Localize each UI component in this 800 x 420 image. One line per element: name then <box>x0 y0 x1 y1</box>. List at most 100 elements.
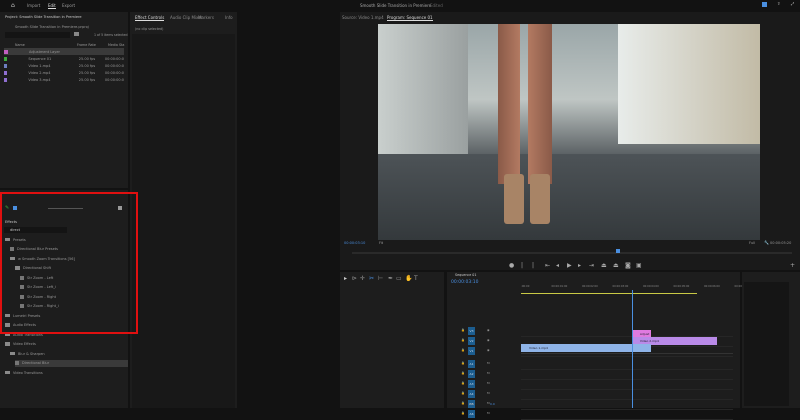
lock-icon[interactable]: 🔒 <box>461 361 465 365</box>
label-color-swatch[interactable] <box>4 63 8 68</box>
lock-icon[interactable]: 🔒 <box>461 401 465 405</box>
lock-icon[interactable]: 🔒 <box>461 371 465 375</box>
play-icon[interactable]: ▶ <box>567 262 572 269</box>
track-divider[interactable] <box>521 353 733 354</box>
selection-tool-icon[interactable]: ▸ <box>344 275 347 282</box>
track-select-icon[interactable]: ⊳ <box>352 275 357 282</box>
track-lane <box>521 409 733 410</box>
tab-export[interactable]: Export <box>62 3 75 8</box>
label-color-swatch[interactable] <box>4 77 8 82</box>
track-target-toggle[interactable]: A4 <box>468 390 475 398</box>
new-bin-icon[interactable] <box>74 32 79 36</box>
lock-icon[interactable]: 🔒 <box>461 411 465 415</box>
eye-icon[interactable]: ◉ <box>487 348 490 352</box>
label-color-swatch[interactable] <box>4 49 8 54</box>
effects-tree-item[interactable]: Blur & Sharpen <box>10 350 45 357</box>
clip-name: Video 1.mp4 <box>529 346 548 350</box>
track-target-toggle[interactable]: V1 <box>468 347 475 355</box>
step-forward-icon[interactable]: ▸ <box>578 262 581 269</box>
column-media-start[interactable]: Media Sta <box>108 43 124 47</box>
razor-tool-icon[interactable]: ✂ <box>369 275 374 282</box>
pen-tool-icon[interactable]: ✒ <box>388 275 393 282</box>
compare-icon[interactable]: ▣ <box>636 262 642 269</box>
lift-icon[interactable]: ⏏ <box>601 262 607 269</box>
quality-dropdown[interactable]: Full <box>749 241 755 245</box>
track-target-toggle[interactable]: A1 <box>468 360 475 368</box>
effects-tree-item[interactable]: Video Effects <box>5 341 36 348</box>
project-item[interactable]: Adjustment Layer <box>4 48 124 55</box>
track-target-toggle[interactable]: A3 <box>468 380 475 388</box>
project-item[interactable]: Video 2.mp4 25.00 fps 00:00:00:0 <box>4 69 124 76</box>
track-target-toggle[interactable]: A6 <box>468 410 475 418</box>
timeline-timecode[interactable]: 00:00:03:10 <box>451 280 478 285</box>
lock-icon[interactable]: 🔒 <box>461 328 465 332</box>
step-back-icon[interactable]: ◂ <box>556 262 559 269</box>
add-marker-icon[interactable]: ● <box>509 262 514 269</box>
eye-icon[interactable]: ◉ <box>487 338 490 342</box>
mute-icon[interactable]: M <box>487 371 490 375</box>
mute-icon[interactable]: M <box>487 361 490 365</box>
mute-icon[interactable]: M <box>487 381 490 385</box>
tab-info[interactable]: Info <box>225 15 233 20</box>
lock-icon[interactable]: 🔒 <box>461 391 465 395</box>
add-button-icon[interactable]: + <box>790 262 795 269</box>
label-color-swatch[interactable] <box>4 56 8 61</box>
mark-out-icon[interactable]: | <box>532 262 534 269</box>
extract-icon[interactable]: ⏏ <box>613 262 619 269</box>
mark-in-icon[interactable]: | <box>521 262 523 269</box>
ripple-edit-icon[interactable]: ✛ <box>360 275 365 282</box>
project-item[interactable]: Video 1.mp4 25.00 fps 00:00:00:0 <box>4 62 124 69</box>
project-item[interactable]: Sequence 01 25.00 fps 00:00:00:0 <box>4 55 124 62</box>
lock-icon[interactable]: 🔒 <box>461 338 465 342</box>
monitor-scrubber[interactable] <box>352 252 792 254</box>
timeline-playhead[interactable] <box>631 290 633 408</box>
export-frame-icon[interactable]: ◙ <box>625 262 631 269</box>
track-target-toggle[interactable]: V3 <box>468 327 475 335</box>
column-name[interactable]: Name <box>15 43 25 47</box>
go-to-in-icon[interactable]: ⇤ <box>545 262 550 269</box>
item-name: Sequence 01 <box>28 56 52 61</box>
eye-icon[interactable]: ◉ <box>487 328 490 332</box>
lock-icon[interactable]: 🔒 <box>461 348 465 352</box>
track-target-toggle[interactable]: A2 <box>468 370 475 378</box>
tab-import[interactable]: Import <box>27 3 40 8</box>
wrench-icon[interactable]: 🔧 <box>764 240 769 245</box>
no-clip-selected: (no clip selected) <box>135 27 164 31</box>
item-media-start: 00:00:00:0 <box>104 77 124 82</box>
item-name: Video 1.mp4 <box>28 63 51 68</box>
effects-tree-item[interactable]: Directional Blur <box>15 359 128 367</box>
ruler-tick-label: :00:00 <box>521 285 530 288</box>
tab-effect-controls[interactable]: Effect Controls <box>135 15 165 21</box>
monitor-playhead[interactable] <box>616 249 620 253</box>
column-frame-rate[interactable]: Frame Rate <box>77 43 96 47</box>
label-color-swatch[interactable] <box>4 70 8 75</box>
fit-dropdown[interactable]: Fit <box>379 241 383 245</box>
slip-tool-icon[interactable]: ⊢ <box>378 275 383 282</box>
fullscreen-icon[interactable]: ⤢ <box>791 1 794 6</box>
mute-icon[interactable]: M <box>487 411 490 415</box>
tab-program-monitor[interactable]: Program: Sequence 01 <box>387 15 433 21</box>
rectangle-tool-icon[interactable]: ▭ <box>396 275 402 282</box>
project-title[interactable]: Project: Smooth Slide Transition in Prem… <box>5 15 82 19</box>
share-icon[interactable]: ⇪ <box>777 1 780 6</box>
program-timecode[interactable]: 00:00:03:10 <box>344 241 365 245</box>
project-item[interactable]: Video 3.mp4 25.00 fps 00:00:00:0 <box>4 76 124 83</box>
tab-edit[interactable]: Edit <box>48 3 56 9</box>
home-icon[interactable]: ⌂ <box>11 2 15 9</box>
tab-markers[interactable]: Markers <box>198 15 214 20</box>
program-duration: 00:00:05:20 <box>770 241 792 245</box>
work-area-bar[interactable] <box>521 293 697 294</box>
time-ruler[interactable]: :00:00 00:00:01:00 00:00:02:00 00:00:03:00 0… <box>521 284 742 292</box>
hand-tool-icon[interactable]: ✋ <box>405 275 412 282</box>
tab-source-monitor[interactable]: Source: Video 1.mp4 <box>342 15 384 20</box>
mix-value[interactable]: 0.0 <box>490 402 495 406</box>
project-search-input[interactable] <box>5 32 70 38</box>
go-to-out-icon[interactable]: ⇥ <box>589 262 594 269</box>
mute-icon[interactable]: M <box>487 391 490 395</box>
lock-icon[interactable]: 🔒 <box>461 381 465 385</box>
track-target-toggle[interactable]: V2 <box>468 337 475 345</box>
tab-sequence[interactable]: Sequence 01 <box>455 273 477 277</box>
type-tool-icon[interactable]: T <box>414 275 418 282</box>
effects-tree-item[interactable]: Video Transitions <box>5 369 43 376</box>
quick-export-icon[interactable] <box>762 2 767 7</box>
